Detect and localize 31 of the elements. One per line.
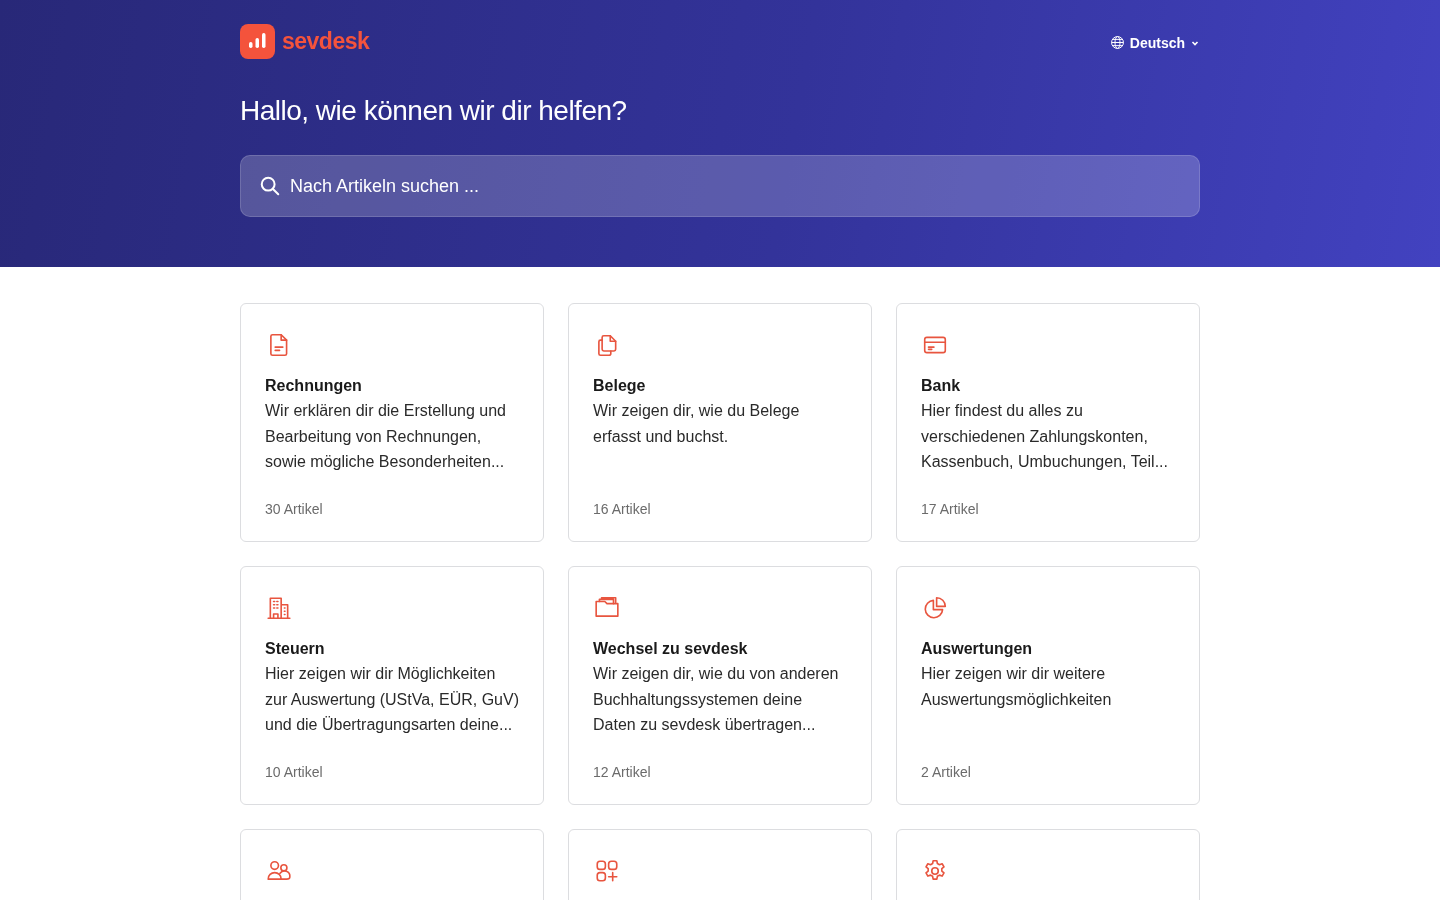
collection-card[interactable]: Auswertungen Hier zeigen wir dir weitere Auswertungsmöglichkeiten 2 Artikel: [896, 566, 1200, 805]
article-count: 30 Artikel: [265, 501, 324, 517]
card-title: Belege: [593, 376, 647, 396]
card-description: Hier zeigen wir dir Möglichkeiten zur Auswertung (UStVa, EÜR, GuV) und die Übertragungsarten deine...: [265, 664, 519, 735]
card-title: Steuern: [265, 639, 326, 659]
search-icon: [259, 175, 281, 197]
card-title: Rechnungen: [265, 376, 363, 396]
collection-card[interactable]: Rechnungen Wir erklären dir die Erstellung und Bearbeitung von Rechnungen, sowie mögliche Besonderheiten... 30 Artikel: [240, 303, 544, 542]
card-description: Wir zeigen dir, wie du von anderen Buchhaltungssystemen deine Daten zu sevdesk übertragen...: [593, 664, 840, 735]
collection-card[interactable]: Belege Wir zeigen dir, wie du Belege erfasst und buchst. 16 Artikel: [568, 303, 872, 542]
globe-icon: [1109, 35, 1125, 50]
collection-card[interactable]: Bank Hier findest du alles zu verschiedenen Zahlungskonten, Kassenbuch, Umbuchungen, Teil... 17 Artikel: [896, 303, 1200, 542]
building-icon: [266, 595, 292, 621]
card-title: Wechsel zu sevdesk: [593, 639, 749, 659]
article-count: 12 Artikel: [593, 764, 652, 780]
article-count: 2 Artikel: [921, 764, 972, 780]
article-count: 17 Artikel: [921, 501, 980, 517]
card-description: Wir zeigen dir, wie du Belege erfasst und buchst.: [593, 401, 801, 447]
collection-card[interactable]: Steuern Hier zeigen wir dir Möglichkeiten zur Auswertung (UStVa, EÜR, GuV) und die Übertragungsarten deine... 10 Artikel: [240, 566, 544, 805]
article-count: 16 Artikel: [593, 501, 652, 517]
card-description: Hier findest du alles zu verschiedenen Zahlungskonten, Kassenbuch, Umbuchungen, Teil...: [921, 401, 1169, 472]
page-heading: Hallo, wie können wir dir helfen?: [240, 94, 628, 128]
collection-card[interactable]: Wechsel zu sevdesk Wir zeigen dir, wie du von anderen Buchhaltungssystemen deine Daten zu sevdesk übertragen... 12 Artikel: [568, 566, 872, 805]
card-title: Bank: [921, 376, 962, 396]
card-title: Auswertungen: [921, 639, 1034, 659]
language-selector[interactable]: Deutsch: [1109, 34, 1200, 51]
pie-chart-icon: [922, 595, 948, 621]
app-grid-icon: [594, 858, 620, 884]
card-description: Hier zeigen wir dir weitere Auswertungsmöglichkeiten: [921, 664, 1113, 710]
article-count: 10 Artikel: [265, 764, 324, 780]
card-description: Wir erklären dir die Erstellung und Bearbeitung von Rechnungen, sowie mögliche Besonderheiten...: [265, 401, 507, 472]
